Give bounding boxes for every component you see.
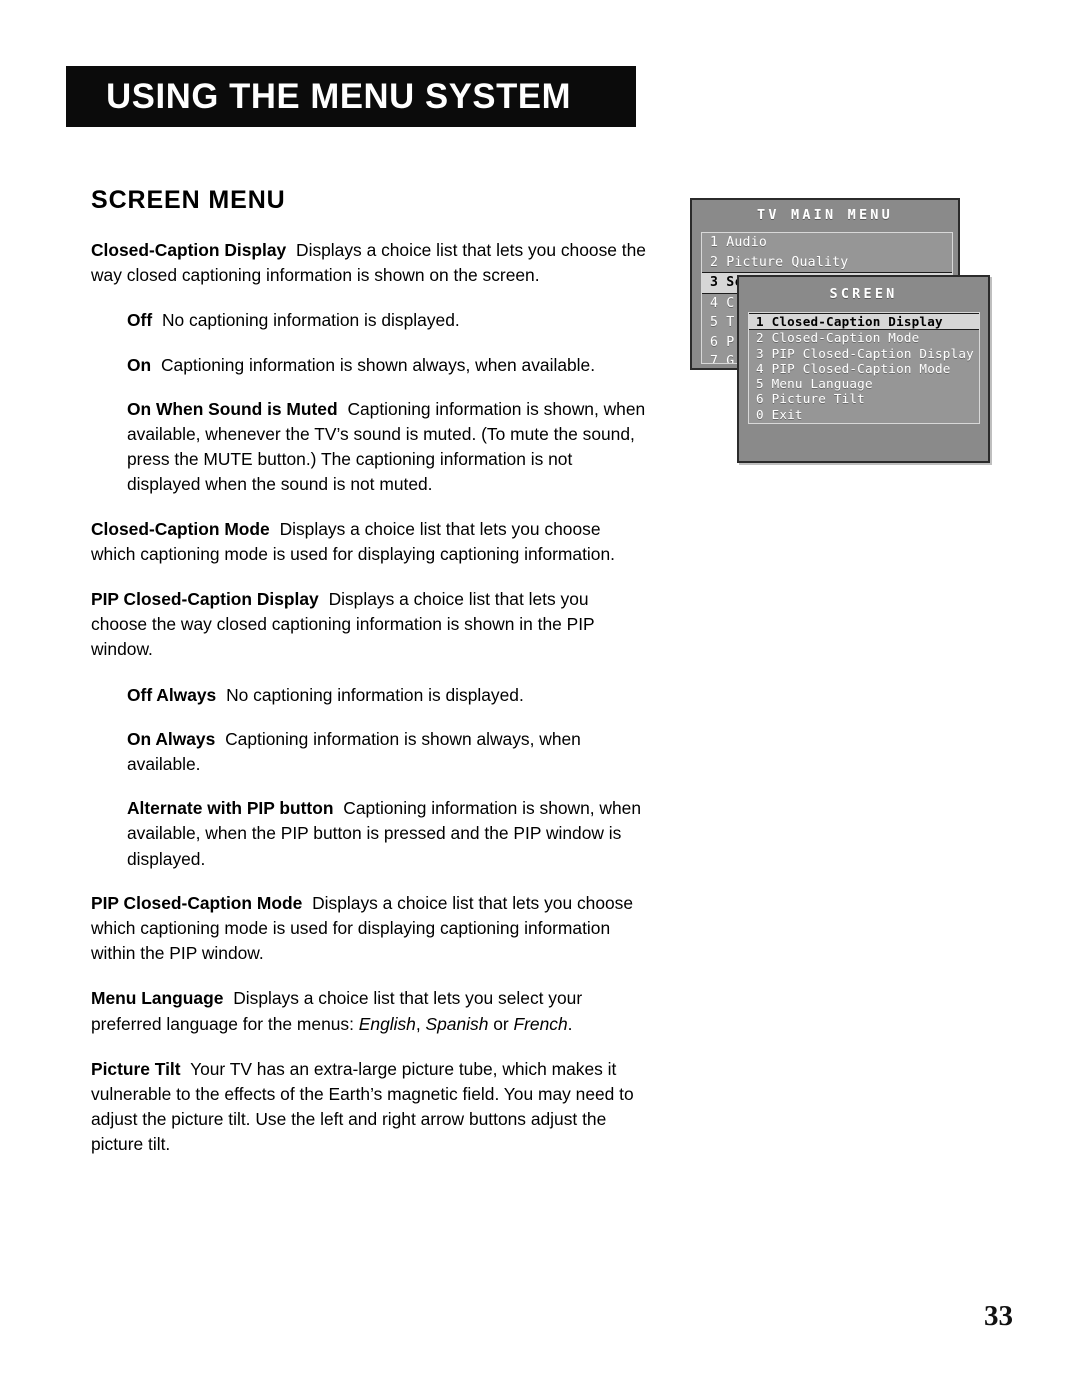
body-text-column: Closed-Caption Display Displays a choice… — [91, 238, 647, 1178]
chapter-header-banner: USING THE MENU SYSTEM — [66, 66, 636, 127]
paragraph-on: On Captioning information is shown alway… — [127, 353, 647, 378]
description-off-always: No captioning information is displayed. — [221, 684, 524, 705]
term-closed-caption-mode: Closed-Caption Mode — [91, 518, 270, 539]
screen-menu-list: 1 Closed-Caption Display 2 Closed-Caption… — [748, 312, 980, 424]
tv-menu-illustration: TV MAIN MENU 1 Audio2 Picture Quality3 S… — [690, 198, 990, 463]
term-on: On — [127, 354, 152, 375]
term-on-always: On Always — [127, 728, 216, 749]
term-picture-tilt: Picture Tilt — [91, 1058, 181, 1079]
paragraph-closed-caption-mode: Closed-Caption Mode Displays a choice li… — [91, 517, 647, 567]
list-separator: or — [488, 1013, 514, 1034]
page-title: SCREEN MENU — [91, 186, 286, 214]
italic-term: English — [358, 1013, 416, 1034]
paragraph-off: Off No captioning information is display… — [127, 308, 647, 333]
screen-menu-item[interactable]: 2 Closed-Caption Mode — [749, 330, 979, 345]
screen-menu-item[interactable]: 5 Menu Language — [749, 376, 979, 391]
paragraph-on-always: On Always Captioning information is show… — [127, 727, 647, 777]
page-number: 33 — [984, 1300, 1013, 1332]
paragraph-on-when-sound-is-muted: On When Sound is Muted Captioning inform… — [127, 397, 647, 498]
term-alternate-with-pip-button: Alternate with PIP button — [127, 798, 334, 819]
screen-menu-title: SCREEN — [829, 286, 898, 302]
term-on-when-sound-is-muted: On When Sound is Muted — [127, 398, 338, 419]
screen-menu-item[interactable]: 1 Closed-Caption Display — [749, 313, 979, 331]
chapter-title: USING THE MENU SYSTEM — [106, 77, 572, 116]
term-closed-caption-display: Closed-Caption Display — [91, 240, 287, 260]
term-off-always: Off Always — [127, 684, 217, 705]
screen-menu-item[interactable]: 4 PIP Closed-Caption Mode — [749, 361, 979, 376]
screen-menu-item[interactable]: 0 Exit — [749, 407, 979, 422]
screen-menu-item[interactable]: 3 PIP Closed-Caption Display — [749, 346, 979, 361]
paragraph-picture-tilt: Picture Tilt Your TV has an extra-large … — [91, 1057, 647, 1158]
term-pip-closed-caption-mode: PIP Closed-Caption Mode — [91, 892, 303, 913]
screen-menu-item[interactable]: 6 Picture Tilt — [749, 391, 979, 406]
paragraph-closed-caption-display: Closed-Caption Display Displays a choice… — [91, 238, 647, 288]
paragraph-pip-closed-caption-mode: PIP Closed-Caption Mode Displays a choic… — [91, 891, 647, 967]
term-off: Off — [127, 310, 153, 331]
paragraph-menu-language: Menu Language Displays a choice list tha… — [91, 986, 647, 1036]
term-pip-closed-caption-display: PIP Closed-Caption Display — [91, 589, 319, 610]
term-menu-language: Menu Language — [91, 988, 224, 1009]
paragraph-off-always: Off Always No captioning information is … — [127, 683, 647, 708]
description-off: No captioning information is displayed. — [157, 310, 460, 331]
paragraph-pip-closed-caption-display: PIP Closed-Caption Display Displays a ch… — [91, 587, 647, 663]
tv-main-menu-item[interactable]: 2 Picture Quality — [702, 253, 952, 273]
tv-main-menu-item[interactable]: 1 Audio — [702, 233, 952, 253]
italic-term: Spanish — [425, 1013, 489, 1034]
paragraph-alternate-with-pip-button: Alternate with PIP button Captioning inf… — [127, 796, 647, 872]
description-tail: . — [567, 1013, 573, 1034]
italic-term: French — [513, 1013, 568, 1034]
tv-main-menu-title: TV MAIN MENU — [757, 207, 893, 223]
description-on: Captioning information is shown always, … — [156, 354, 596, 375]
screen-menu-panel: SCREEN 1 Closed-Caption Display 2 Closed-… — [737, 275, 990, 463]
list-separator: , — [415, 1013, 426, 1034]
